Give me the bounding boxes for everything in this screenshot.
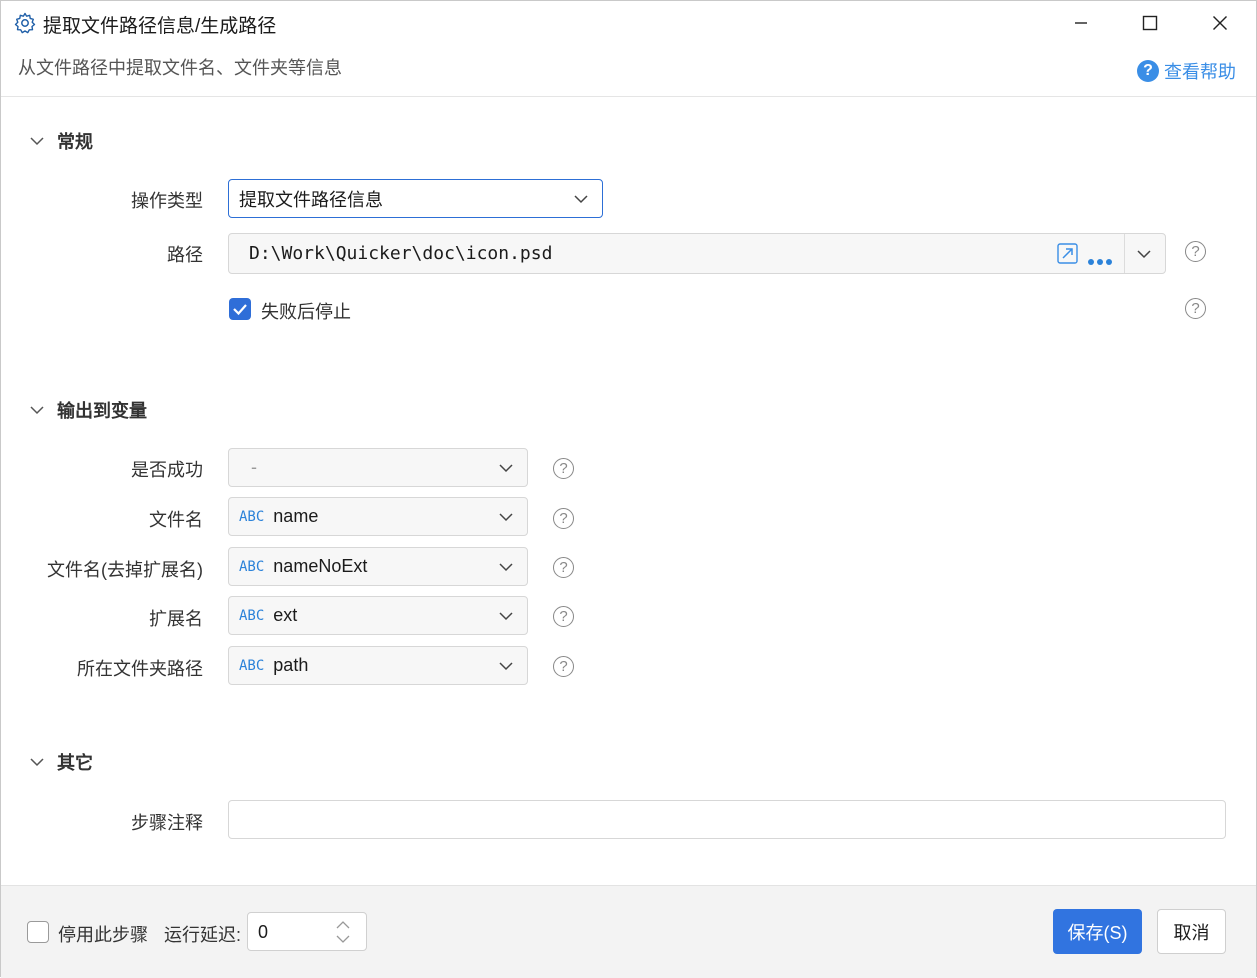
run-delay-stepper[interactable]: 0: [247, 912, 367, 951]
text-type-icon: ABC: [239, 508, 265, 525]
filename-help-icon[interactable]: ?: [553, 508, 574, 529]
gear-icon: [13, 11, 37, 35]
filename-variable-value: name: [273, 506, 319, 526]
disable-step-checkbox[interactable]: [27, 921, 49, 943]
minimize-button[interactable]: [1047, 1, 1115, 45]
success-variable-value: -: [251, 457, 257, 477]
help-link-label: 查看帮助: [1164, 62, 1236, 82]
stop-on-fail-checkbox[interactable]: [229, 298, 251, 320]
chevron-down-icon: [499, 611, 513, 620]
success-help-icon[interactable]: ?: [553, 458, 574, 479]
stop-on-fail-help-icon[interactable]: ?: [1185, 298, 1206, 319]
success-variable-select[interactable]: -: [228, 448, 528, 487]
section-output-header[interactable]: 输出到变量: [29, 397, 147, 423]
path-help-icon[interactable]: ?: [1185, 241, 1206, 262]
dialog-subtitle: 从文件路径中提取文件名、文件夹等信息: [18, 58, 342, 78]
checkmark-icon: [233, 304, 247, 316]
help-circle-icon: ?: [1137, 60, 1159, 82]
extension-label: 扩展名: [149, 609, 203, 629]
section-output-title: 输出到变量: [57, 401, 147, 421]
text-type-icon: ABC: [239, 657, 265, 674]
step-note-input[interactable]: [228, 800, 1226, 839]
path-input[interactable]: D:\Work\Quicker\doc\icon.psd: [228, 233, 1166, 274]
folder-path-label: 所在文件夹路径: [77, 659, 203, 679]
save-button[interactable]: 保存(S): [1053, 909, 1142, 954]
header-divider: [1, 96, 1256, 97]
footer-bar: 停用此步骤 运行延迟: 0 保存(S) 取消: [1, 885, 1256, 978]
filename-label: 文件名: [149, 510, 203, 530]
maximize-button[interactable]: [1116, 1, 1184, 45]
close-button[interactable]: [1186, 1, 1254, 45]
chevron-down-icon: [30, 406, 44, 415]
section-general-title: 常规: [57, 132, 93, 152]
chevron-down-icon: [499, 661, 513, 670]
run-delay-value: 0: [258, 922, 269, 942]
path-label: 路径: [167, 245, 203, 265]
open-external-icon[interactable]: [1057, 243, 1078, 269]
chevron-down-icon: [499, 562, 513, 571]
extension-help-icon[interactable]: ?: [553, 606, 574, 627]
dialog-window: 提取文件路径信息/生成路径 从文件路径中提取文件名、文件夹等信息 ? 查看帮助 …: [0, 0, 1257, 978]
chevron-down-icon: [30, 137, 44, 146]
filename-noext-help-icon[interactable]: ?: [553, 557, 574, 578]
extension-variable-value: ext: [273, 605, 298, 625]
folder-path-variable-select[interactable]: ABC path: [228, 646, 528, 685]
chevron-down-icon[interactable]: [336, 935, 350, 944]
chevron-down-icon: [574, 194, 588, 203]
text-type-icon: ABC: [239, 558, 265, 575]
help-link[interactable]: ? 查看帮助: [1137, 58, 1236, 84]
window-title: 提取文件路径信息/生成路径: [43, 16, 277, 37]
operation-type-value: 提取文件路径信息: [239, 189, 383, 210]
chevron-down-icon: [30, 758, 44, 767]
filename-variable-select[interactable]: ABC name: [228, 497, 528, 536]
filename-noext-variable-value: nameNoExt: [273, 556, 368, 576]
chevron-down-icon: [499, 512, 513, 521]
filename-noext-variable-select[interactable]: ABC nameNoExt: [228, 547, 528, 586]
chevron-up-icon[interactable]: [336, 920, 350, 929]
maximize-icon: [1142, 15, 1158, 31]
section-other-title: 其它: [57, 753, 93, 773]
folder-path-help-icon[interactable]: ?: [553, 656, 574, 677]
step-note-label: 步骤注释: [131, 813, 203, 833]
section-other-header[interactable]: 其它: [29, 749, 93, 775]
operation-type-label: 操作类型: [131, 191, 203, 211]
minimize-icon: [1075, 22, 1087, 24]
run-delay-label: 运行延迟:: [164, 925, 242, 945]
success-label: 是否成功: [131, 460, 203, 480]
disable-step-label: 停用此步骤: [58, 925, 148, 945]
path-value: D:\Work\Quicker\doc\icon.psd: [249, 243, 553, 264]
text-type-icon: ABC: [239, 607, 265, 624]
chevron-down-icon: [499, 463, 513, 472]
operation-type-select[interactable]: 提取文件路径信息: [228, 179, 603, 218]
close-icon: [1213, 16, 1227, 30]
folder-path-variable-value: path: [273, 655, 309, 675]
section-general-header[interactable]: 常规: [29, 128, 93, 154]
filename-noext-label: 文件名(去掉扩展名): [47, 560, 203, 580]
cancel-button[interactable]: 取消: [1157, 909, 1226, 954]
stop-on-fail-label: 失败后停止: [261, 302, 351, 322]
title-bar: 提取文件路径信息/生成路径: [1, 1, 1256, 45]
more-options-icon[interactable]: [1087, 250, 1113, 271]
path-input-separator: [1124, 234, 1125, 273]
extension-variable-select[interactable]: ABC ext: [228, 596, 528, 635]
chevron-down-icon[interactable]: [1137, 249, 1151, 259]
